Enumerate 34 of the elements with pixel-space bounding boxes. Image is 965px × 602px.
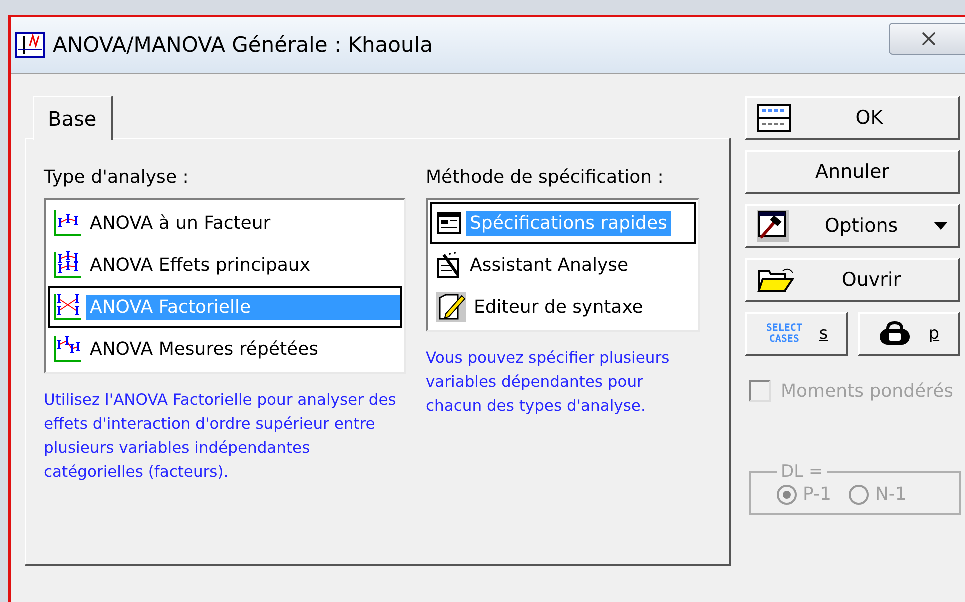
pencil-page-icon	[436, 292, 466, 322]
wand-form-icon	[436, 251, 462, 279]
form-icon	[436, 210, 462, 236]
error-bar-chart-icon	[54, 293, 82, 321]
weight-icon	[878, 321, 912, 347]
list-item[interactable]: ANOVA Effets principaux	[48, 244, 402, 286]
cancel-button[interactable]: Annuler	[745, 150, 960, 194]
ok-button[interactable]: OK	[745, 96, 960, 140]
error-bar-chart-icon	[54, 335, 82, 363]
list-item[interactable]: Editeur de syntaxe	[430, 286, 696, 328]
open-button[interactable]: Ouvrir	[745, 258, 960, 302]
window-title: ANOVA/MANOVA Générale : Khaoula	[53, 33, 434, 57]
tab[interactable]: Base	[33, 96, 113, 140]
checkbox-label: Moments pondérés	[781, 380, 954, 402]
select-cases-button[interactable]: SELECT CASES s	[745, 312, 848, 356]
list-item[interactable]: Assistant Analyse	[430, 244, 696, 286]
caret-icon	[934, 222, 948, 230]
radio-label: N-1	[875, 484, 907, 505]
list-item[interactable]: ANOVA à un Facteur	[48, 202, 402, 244]
table-icon	[757, 104, 791, 132]
description-text: Vous pouvez spécifier plusieurs variables dépendantes pour chacun des types d'analyse.	[426, 348, 671, 417]
section-label: Méthode de spécification :	[426, 167, 665, 188]
group-label: DL =	[780, 462, 824, 482]
error-bar-chart-icon	[54, 209, 82, 237]
hammer-icon	[757, 210, 789, 242]
error-bar-chart-icon	[54, 251, 82, 279]
options-button[interactable]: Options	[745, 204, 960, 248]
radio-label: P-1	[803, 484, 832, 505]
description-text: Utilisez l'ANOVA Factorielle pour analyser des effets d'interaction d'ordre supérieur entre plusieurs variables indépendantes catégorielles (facteurs).	[44, 390, 398, 483]
weight-button[interactable]: p	[858, 312, 960, 356]
section-label: Type d'analyse :	[44, 167, 190, 188]
close-button[interactable]	[889, 23, 965, 55]
app-icon	[15, 32, 45, 58]
list-item[interactable]: ANOVA Mesures répétées	[48, 328, 402, 370]
